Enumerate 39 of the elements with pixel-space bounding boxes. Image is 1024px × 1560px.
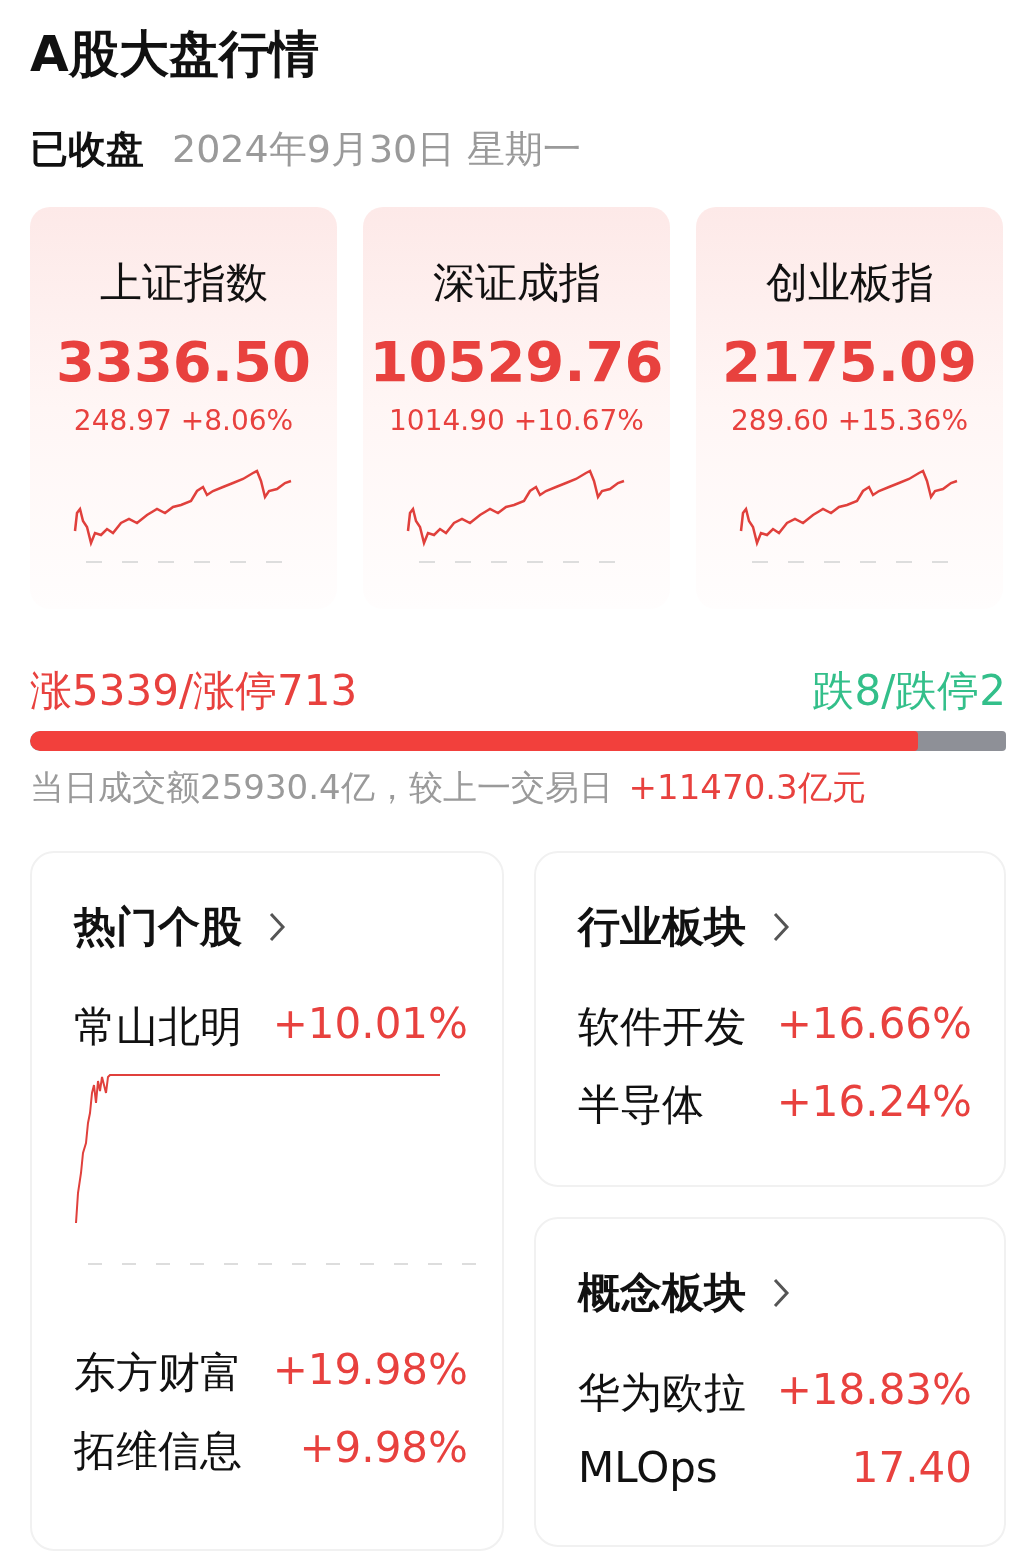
turnover-delta: +11470.3亿元 — [628, 766, 866, 809]
index-name: 深证成指 — [432, 257, 601, 309]
concept-card[interactable]: 概念板块 华为欧拉 +18.83% MLOps 17.40 — [534, 1217, 1006, 1547]
index-value: 10529.76 — [369, 329, 664, 394]
chevron-right-icon — [268, 911, 286, 943]
hot-stocks-card[interactable]: 热门个股 常山北明 +10.01% 东方财富 +19.98% 拓维信息 +9.98% — [30, 851, 504, 1551]
change-percent: +16.24% — [776, 1077, 972, 1128]
market-status: 已收盘 — [30, 126, 144, 173]
sector-name[interactable]: MLOps — [578, 1443, 718, 1492]
change-percent: +10.01% — [272, 999, 468, 1050]
index-change: 1014.90 +10.67% — [389, 404, 644, 437]
section-title[interactable]: 行业板块 — [578, 899, 746, 955]
date-label: 2024年9月30日 星期一 — [172, 126, 582, 173]
change-percent: +19.98% — [272, 1345, 468, 1396]
section-title[interactable]: 概念板块 — [578, 1265, 746, 1321]
index-value: 2175.09 — [721, 329, 978, 394]
page-title: A股大盘行情 — [30, 24, 320, 85]
stock-name[interactable]: 常山北明 — [74, 999, 242, 1055]
index-change: 248.97 +8.06% — [73, 404, 294, 437]
index-change: 289.60 +15.36% — [730, 404, 969, 437]
index-value: 3336.50 — [55, 329, 312, 394]
chevron-right-icon — [772, 911, 790, 943]
section-title[interactable]: 热门个股 — [74, 899, 242, 955]
index-name: 创业板指 — [765, 257, 934, 309]
change-percent: +9.98% — [299, 1423, 468, 1474]
stock-name[interactable]: 东方财富 — [74, 1345, 242, 1401]
change-percent: +16.66% — [776, 999, 972, 1050]
industry-card[interactable]: 行业板块 软件开发 +16.66% 半导体 +16.24% — [534, 851, 1006, 1187]
sector-name[interactable]: 华为欧拉 — [578, 1365, 746, 1421]
index-name: 上证指数 — [99, 257, 268, 309]
decliners-count: 跌8/跌停2 — [812, 665, 1006, 717]
sector-name[interactable]: 软件开发 — [578, 999, 746, 1055]
turnover-text: 当日成交额25930.4亿，较上一交易日 — [30, 766, 613, 809]
change-percent: 17.40 — [851, 1443, 972, 1492]
sector-name[interactable]: 半导体 — [578, 1077, 704, 1133]
stock-name[interactable]: 拓维信息 — [74, 1423, 242, 1479]
advancers-count: 涨5339/涨停713 — [30, 665, 358, 717]
change-percent: +18.83% — [776, 1365, 972, 1416]
chevron-right-icon — [772, 1277, 790, 1309]
